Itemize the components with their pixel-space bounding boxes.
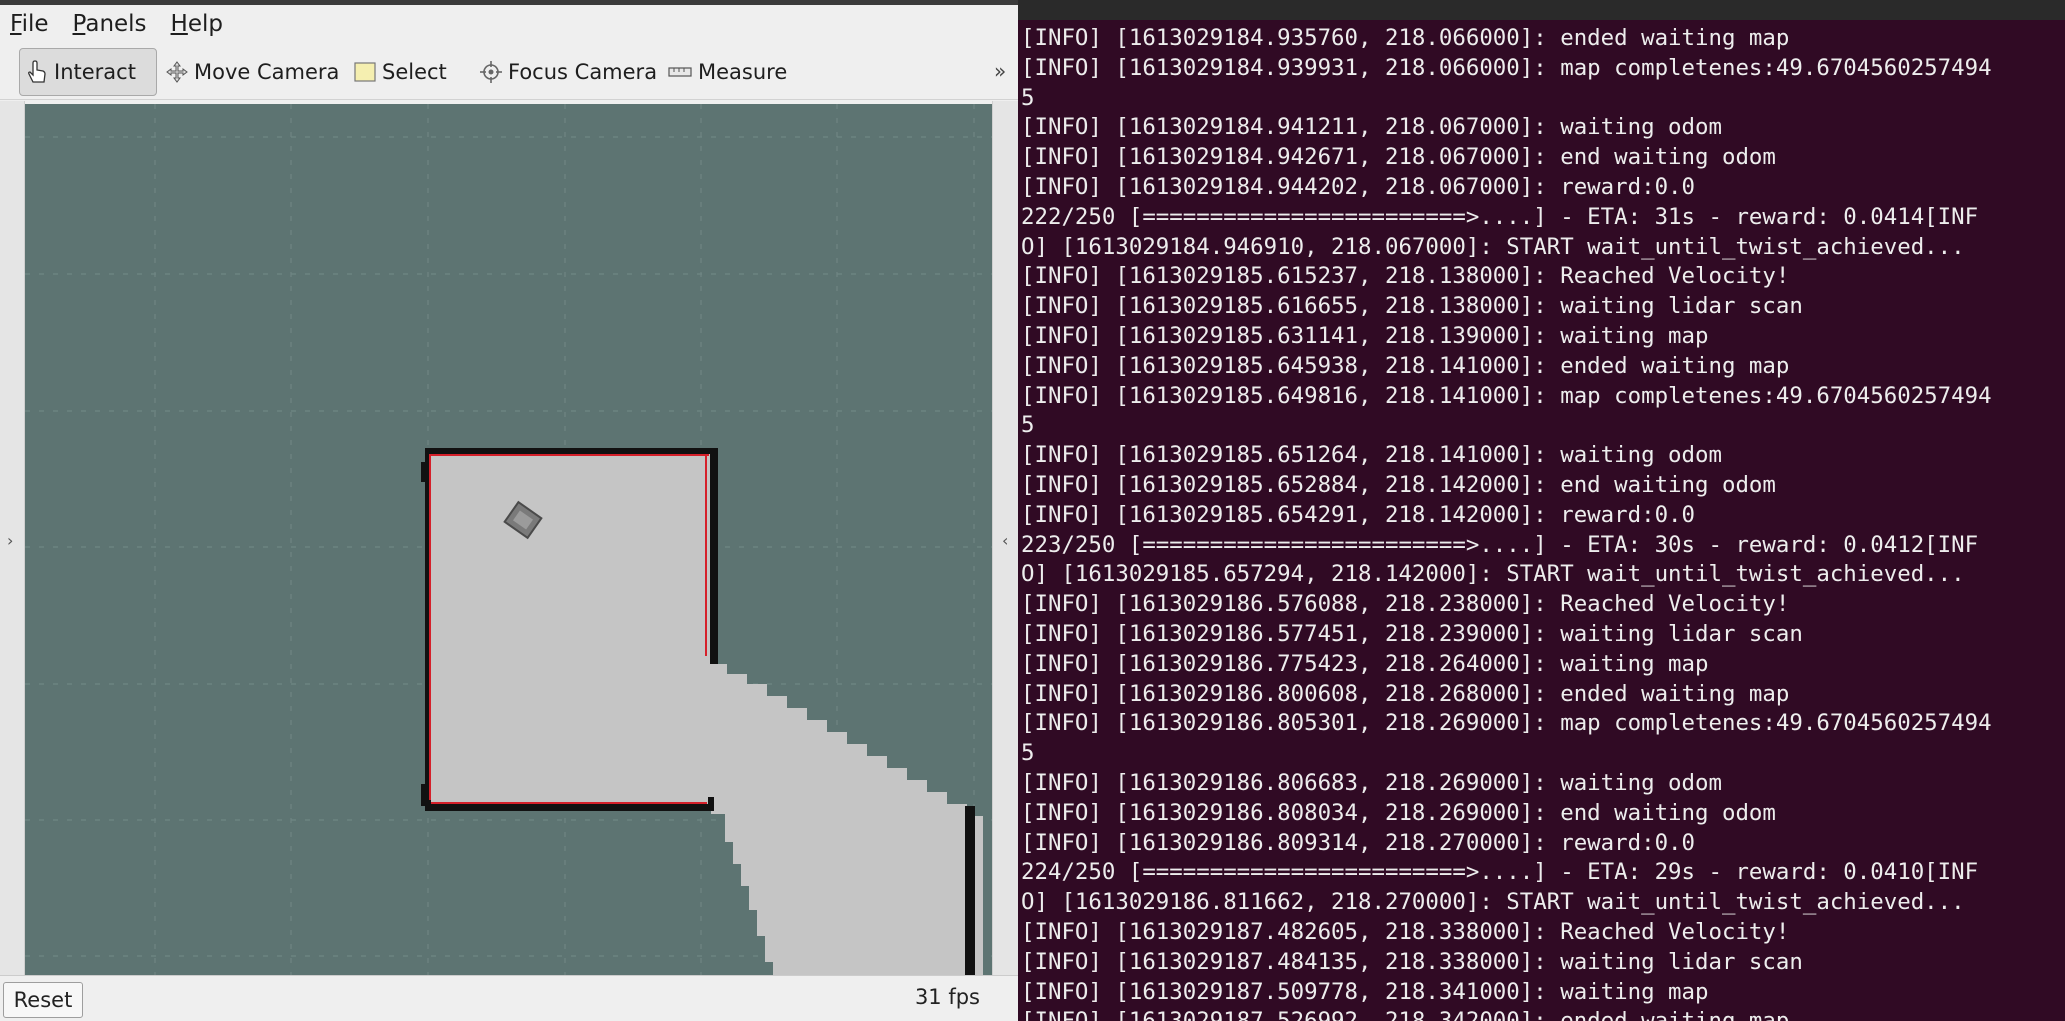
terminal-line: [INFO] [1613029186.576088, 218.238000]: … <box>1021 591 1790 618</box>
terminal-line: [INFO] [1613029185.652884, 218.142000]: … <box>1021 471 1776 498</box>
crosshair-icon <box>480 61 502 83</box>
status-bar: Reset 31 fps <box>0 975 1018 1021</box>
selection-box-icon <box>354 62 376 82</box>
terminal-line: [INFO] [1613029185.616655, 218.138000]: … <box>1021 293 1803 320</box>
terminal-line: [INFO] [1613029186.805301, 218.269000]: … <box>1021 710 1992 737</box>
terminal-line: [INFO] [1613029184.942671, 218.067000]: … <box>1021 144 1776 171</box>
terminal-line: [INFO] [1613029187.509778, 218.341000]: … <box>1021 978 1709 1005</box>
terminal-top-edge <box>1018 0 2065 20</box>
terminal-output: [INFO] [1613029184.935760, 218.066000]: … <box>1021 24 2065 1021</box>
focus-camera-tool-button[interactable]: Focus Camera <box>474 48 663 96</box>
terminal-line: [INFO] [1613029184.944202, 218.067000]: … <box>1021 173 1696 200</box>
measure-tool-button[interactable]: Measure <box>662 48 793 96</box>
terminal-line: [INFO] [1613029187.482605, 218.338000]: … <box>1021 918 1790 945</box>
terminal-line: [INFO] [1613029186.800608, 218.268000]: … <box>1021 680 1790 707</box>
interact-tool-label: Interact <box>54 60 136 84</box>
rviz-window: File Panels Help Interact Move Camera Se… <box>0 0 1018 1021</box>
left-dock-collapsed[interactable]: › <box>0 101 25 975</box>
right-dock-collapsed[interactable]: ‹ <box>992 101 1018 975</box>
terminal-line: [INFO] [1613029185.631141, 218.139000]: … <box>1021 322 1709 349</box>
terminal-line: [INFO] [1613029185.645938, 218.141000]: … <box>1021 352 1790 379</box>
terminal-line: [INFO] [1613029185.649816, 218.141000]: … <box>1021 382 1992 409</box>
terminal-line: [INFO] [1613029184.941211, 218.067000]: … <box>1021 114 1722 141</box>
move-camera-tool-label: Move Camera <box>194 60 340 84</box>
occupancy-grid-map[interactable] <box>25 104 992 975</box>
menu-panels-label: anels <box>85 11 147 37</box>
terminal-line: 5 <box>1021 412 1035 439</box>
terminal-line: 222/250 [========================>....] … <box>1021 203 1979 230</box>
terminal-line: [INFO] [1613029185.654291, 218.142000]: … <box>1021 501 1696 528</box>
toolbar-overflow-button[interactable]: » <box>994 59 1006 83</box>
focus-camera-tool-label: Focus Camera <box>508 60 658 84</box>
terminal-line: [INFO] [1613029187.526992, 218.342000]: … <box>1021 1007 2065 1021</box>
move-arrows-icon <box>166 61 188 83</box>
expand-left-dock-icon[interactable]: › <box>7 531 13 550</box>
menu-panels[interactable]: Panels <box>73 11 147 37</box>
interact-tool-button[interactable]: Interact <box>19 48 157 96</box>
terminal-line: [INFO] [1613029186.577451, 218.239000]: … <box>1021 620 1803 647</box>
terminal-line: [INFO] [1613029184.935760, 218.066000]: … <box>1021 25 1790 51</box>
expand-right-dock-icon[interactable]: ‹ <box>1002 531 1008 550</box>
terminal-line: 224/250 [========================>....] … <box>1021 859 1979 886</box>
menu-help-mnemonic: H <box>170 11 188 37</box>
hand-pointer-icon <box>28 60 46 83</box>
terminal-line: O] [1613029185.657294, 218.142000]: STAR… <box>1021 561 1965 588</box>
menu-file-mnemonic: F <box>10 11 22 37</box>
terminal-line: [INFO] [1613029185.615237, 218.138000]: … <box>1021 263 1790 290</box>
terminal-line: O] [1613029184.946910, 218.067000]: STAR… <box>1021 233 1965 260</box>
terminal-line: 5 <box>1021 740 1035 767</box>
select-tool-label: Select <box>382 60 447 84</box>
terminal-line: 223/250 [========================>....] … <box>1021 531 1979 558</box>
terminal-line: [INFO] [1613029186.775423, 218.264000]: … <box>1021 650 1709 677</box>
menu-help-label: elp <box>187 11 223 37</box>
terminal-line: [INFO] [1613029186.808034, 218.269000]: … <box>1021 799 1776 826</box>
menu-file[interactable]: File <box>10 11 49 37</box>
tools-toolbar: Interact Move Camera Select Focus Camera… <box>0 43 1018 100</box>
terminal-line: [INFO] [1613029185.651264, 218.141000]: … <box>1021 442 1722 469</box>
select-tool-button[interactable]: Select <box>348 48 453 96</box>
menu-panels-mnemonic: P <box>72 11 86 37</box>
menu-bar: File Panels Help <box>0 5 1018 43</box>
terminal-line: O] [1613029186.811662, 218.270000]: STAR… <box>1021 889 1965 916</box>
terminal-line: [INFO] [1613029186.806683, 218.269000]: … <box>1021 769 1722 796</box>
move-camera-tool-button[interactable]: Move Camera <box>160 48 345 96</box>
measure-tool-label: Measure <box>698 60 788 84</box>
fps-counter: 31 fps <box>914 985 980 1009</box>
terminal-line: 5 <box>1021 84 1035 111</box>
terminal-line: [INFO] [1613029184.939931, 218.066000]: … <box>1021 54 1992 81</box>
3d-render-view[interactable] <box>25 104 992 975</box>
terminal-window[interactable]: [INFO] [1613029184.935760, 218.066000]: … <box>1018 0 2065 1021</box>
terminal-line: [INFO] [1613029186.809314, 218.270000]: … <box>1021 829 1696 856</box>
menu-file-label: ile <box>21 11 49 37</box>
reset-button[interactable]: Reset <box>3 982 83 1018</box>
free-space-room <box>429 453 711 805</box>
terminal-line: [INFO] [1613029187.484135, 218.338000]: … <box>1021 948 1803 975</box>
menu-help[interactable]: Help <box>171 11 223 37</box>
ruler-icon <box>668 67 692 77</box>
